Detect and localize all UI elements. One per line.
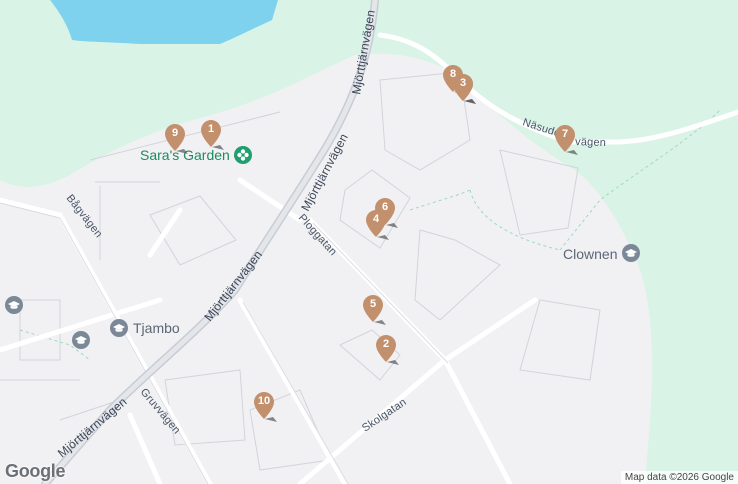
map-marker-9[interactable]: 9 bbox=[164, 123, 190, 157]
marker-number: 4 bbox=[372, 213, 380, 225]
marker-number: 1 bbox=[207, 123, 215, 135]
street-label-mjorttjarnvagen-south: Mjörttjärnvägen bbox=[201, 248, 265, 324]
marker-number: 3 bbox=[459, 77, 467, 89]
map-marker-2[interactable]: 2 bbox=[375, 334, 401, 368]
marker-number: 9 bbox=[171, 127, 179, 139]
map-marker-10[interactable]: 10 bbox=[253, 391, 279, 425]
map-marker-7[interactable]: 7 bbox=[554, 124, 580, 158]
school-icon-clownen[interactable] bbox=[622, 244, 640, 262]
poi-label-clownen[interactable]: Clownen bbox=[563, 246, 617, 262]
map-marker-5[interactable]: 5 bbox=[362, 294, 388, 328]
map-view[interactable]: Mjörttjärnvägen Mjörttjärnvägen Mjörttjä… bbox=[0, 0, 738, 484]
street-label-ploggatan: Ploggatan bbox=[296, 212, 339, 258]
school-icon-tjambo-secondary[interactable] bbox=[72, 331, 90, 349]
street-label-skolgatan: Skolgatan bbox=[360, 396, 409, 434]
street-label-mjorttjarnvagen-southwest: Mjörttjärnvägen bbox=[55, 394, 130, 460]
flower-icon[interactable] bbox=[234, 146, 252, 164]
school-icon-tjambo[interactable] bbox=[110, 319, 128, 337]
marker-number: 2 bbox=[382, 338, 390, 350]
map-marker-1[interactable]: 1 bbox=[200, 119, 226, 153]
google-logo[interactable]: Google bbox=[5, 461, 66, 482]
map-attribution[interactable]: Map data ©2026 Google bbox=[620, 471, 738, 484]
poi-label-tjambo[interactable]: Tjambo bbox=[133, 320, 180, 336]
marker-number: 7 bbox=[561, 128, 569, 140]
map-marker-3-top[interactable]: 3 bbox=[452, 73, 478, 107]
school-icon-west[interactable] bbox=[5, 296, 23, 314]
marker-number: 5 bbox=[369, 298, 377, 310]
map-marker-4[interactable]: 4 bbox=[365, 209, 391, 243]
marker-number: 10 bbox=[257, 395, 271, 407]
